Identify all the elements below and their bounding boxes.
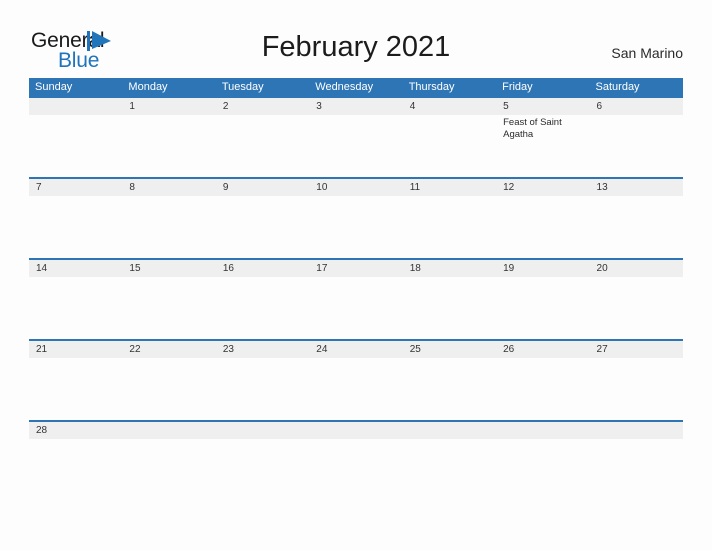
calendar-week-row: 21 22 23 24 25 26 27 <box>29 339 683 420</box>
day-cell[interactable] <box>216 358 309 420</box>
weekday-header-monday: Monday <box>128 81 168 93</box>
day-cell[interactable] <box>309 277 402 339</box>
day-number[interactable]: 13 <box>590 179 683 196</box>
day-number[interactable] <box>590 422 683 439</box>
day-number[interactable]: 4 <box>403 98 496 115</box>
day-cell[interactable] <box>590 115 683 177</box>
day-cell[interactable] <box>122 196 215 258</box>
day-cell[interactable] <box>309 196 402 258</box>
week-event-area <box>29 277 683 339</box>
day-cell[interactable] <box>309 439 402 448</box>
week-event-area: Feast of Saint Agatha <box>29 115 683 177</box>
calendar-week-row: 1 2 3 4 5 6 Feast of Saint Agatha <box>29 96 683 177</box>
day-number[interactable]: 20 <box>590 260 683 277</box>
day-cell[interactable] <box>122 358 215 420</box>
weekday-header-wednesday: Wednesday <box>315 81 374 93</box>
day-cell[interactable] <box>590 358 683 420</box>
calendar-week-row: 28 <box>29 420 683 448</box>
day-cell[interactable] <box>29 196 122 258</box>
event-label: Feast of Saint Agatha <box>503 117 562 140</box>
day-cell[interactable] <box>29 439 122 448</box>
day-cell[interactable] <box>29 277 122 339</box>
day-number[interactable]: 3 <box>309 98 402 115</box>
day-number[interactable]: 15 <box>122 260 215 277</box>
day-number[interactable]: 23 <box>216 341 309 358</box>
day-cell[interactable] <box>309 358 402 420</box>
weekday-header-saturday: Saturday <box>595 81 640 93</box>
day-number[interactable] <box>29 98 122 115</box>
day-number[interactable]: 12 <box>496 179 589 196</box>
day-number[interactable]: 10 <box>309 179 402 196</box>
day-number[interactable]: 6 <box>590 98 683 115</box>
day-number[interactable]: 14 <box>29 260 122 277</box>
day-cell[interactable] <box>122 115 215 177</box>
day-number[interactable]: 11 <box>403 179 496 196</box>
day-number[interactable]: 21 <box>29 341 122 358</box>
day-cell[interactable] <box>29 115 122 177</box>
calendar-week-row: 7 8 9 10 11 12 13 <box>29 177 683 258</box>
day-number[interactable]: 18 <box>403 260 496 277</box>
weekday-header-sunday: Sunday <box>35 81 73 93</box>
weekday-header-tuesday: Tuesday <box>221 81 264 93</box>
day-cell[interactable] <box>309 115 402 177</box>
day-cell[interactable]: Feast of Saint Agatha <box>496 115 589 177</box>
day-number[interactable]: 25 <box>403 341 496 358</box>
day-number[interactable]: 9 <box>216 179 309 196</box>
day-cell[interactable] <box>496 439 589 448</box>
day-cell[interactable] <box>590 277 683 339</box>
day-number[interactable]: 28 <box>29 422 122 439</box>
day-number[interactable]: 19 <box>496 260 589 277</box>
day-number[interactable]: 2 <box>216 98 309 115</box>
week-date-band: 7 8 9 10 11 12 13 <box>29 179 683 196</box>
day-cell[interactable] <box>122 277 215 339</box>
day-number[interactable]: 8 <box>122 179 215 196</box>
day-number[interactable] <box>122 422 215 439</box>
calendar-grid: Sunday Monday Tuesday Wednesday Thursday… <box>29 78 683 448</box>
week-event-area <box>29 196 683 258</box>
week-date-band: 14 15 16 17 18 19 20 <box>29 260 683 277</box>
day-cell[interactable] <box>216 439 309 448</box>
day-cell[interactable] <box>216 196 309 258</box>
day-number[interactable]: 7 <box>29 179 122 196</box>
day-cell[interactable] <box>496 358 589 420</box>
day-number[interactable] <box>496 422 589 439</box>
week-date-band: 21 22 23 24 25 26 27 <box>29 341 683 358</box>
week-date-band: 28 <box>29 422 683 439</box>
day-number[interactable] <box>403 422 496 439</box>
day-number[interactable]: 24 <box>309 341 402 358</box>
day-cell[interactable] <box>403 115 496 177</box>
week-event-area <box>29 439 683 448</box>
day-number[interactable]: 1 <box>122 98 215 115</box>
day-number[interactable]: 22 <box>122 341 215 358</box>
week-date-band: 1 2 3 4 5 6 <box>29 98 683 115</box>
day-number[interactable]: 5 <box>496 98 589 115</box>
day-number[interactable]: 16 <box>216 260 309 277</box>
page-title: February 2021 <box>261 31 451 63</box>
day-cell[interactable] <box>216 115 309 177</box>
day-cell[interactable] <box>403 196 496 258</box>
day-cell[interactable] <box>403 277 496 339</box>
day-number[interactable] <box>309 422 402 439</box>
week-event-area <box>29 358 683 420</box>
weekday-header-thursday: Thursday <box>408 81 455 93</box>
weekday-header-friday: Friday <box>502 81 533 93</box>
day-number[interactable] <box>216 422 309 439</box>
day-cell[interactable] <box>403 439 496 448</box>
day-cell[interactable] <box>122 439 215 448</box>
weekday-header-row: Sunday Monday Tuesday Wednesday Thursday… <box>29 78 683 96</box>
day-number[interactable]: 27 <box>590 341 683 358</box>
day-cell[interactable] <box>590 439 683 448</box>
day-number[interactable]: 17 <box>309 260 402 277</box>
day-cell[interactable] <box>403 358 496 420</box>
calendar-week-row: 14 15 16 17 18 19 20 <box>29 258 683 339</box>
day-cell[interactable] <box>590 196 683 258</box>
day-cell[interactable] <box>216 277 309 339</box>
day-number[interactable]: 26 <box>496 341 589 358</box>
day-cell[interactable] <box>496 277 589 339</box>
country-label: San Marino <box>611 45 683 61</box>
day-cell[interactable] <box>496 196 589 258</box>
day-cell[interactable] <box>29 358 122 420</box>
page-header: General Blue February 2021 San Marino <box>0 0 712 78</box>
